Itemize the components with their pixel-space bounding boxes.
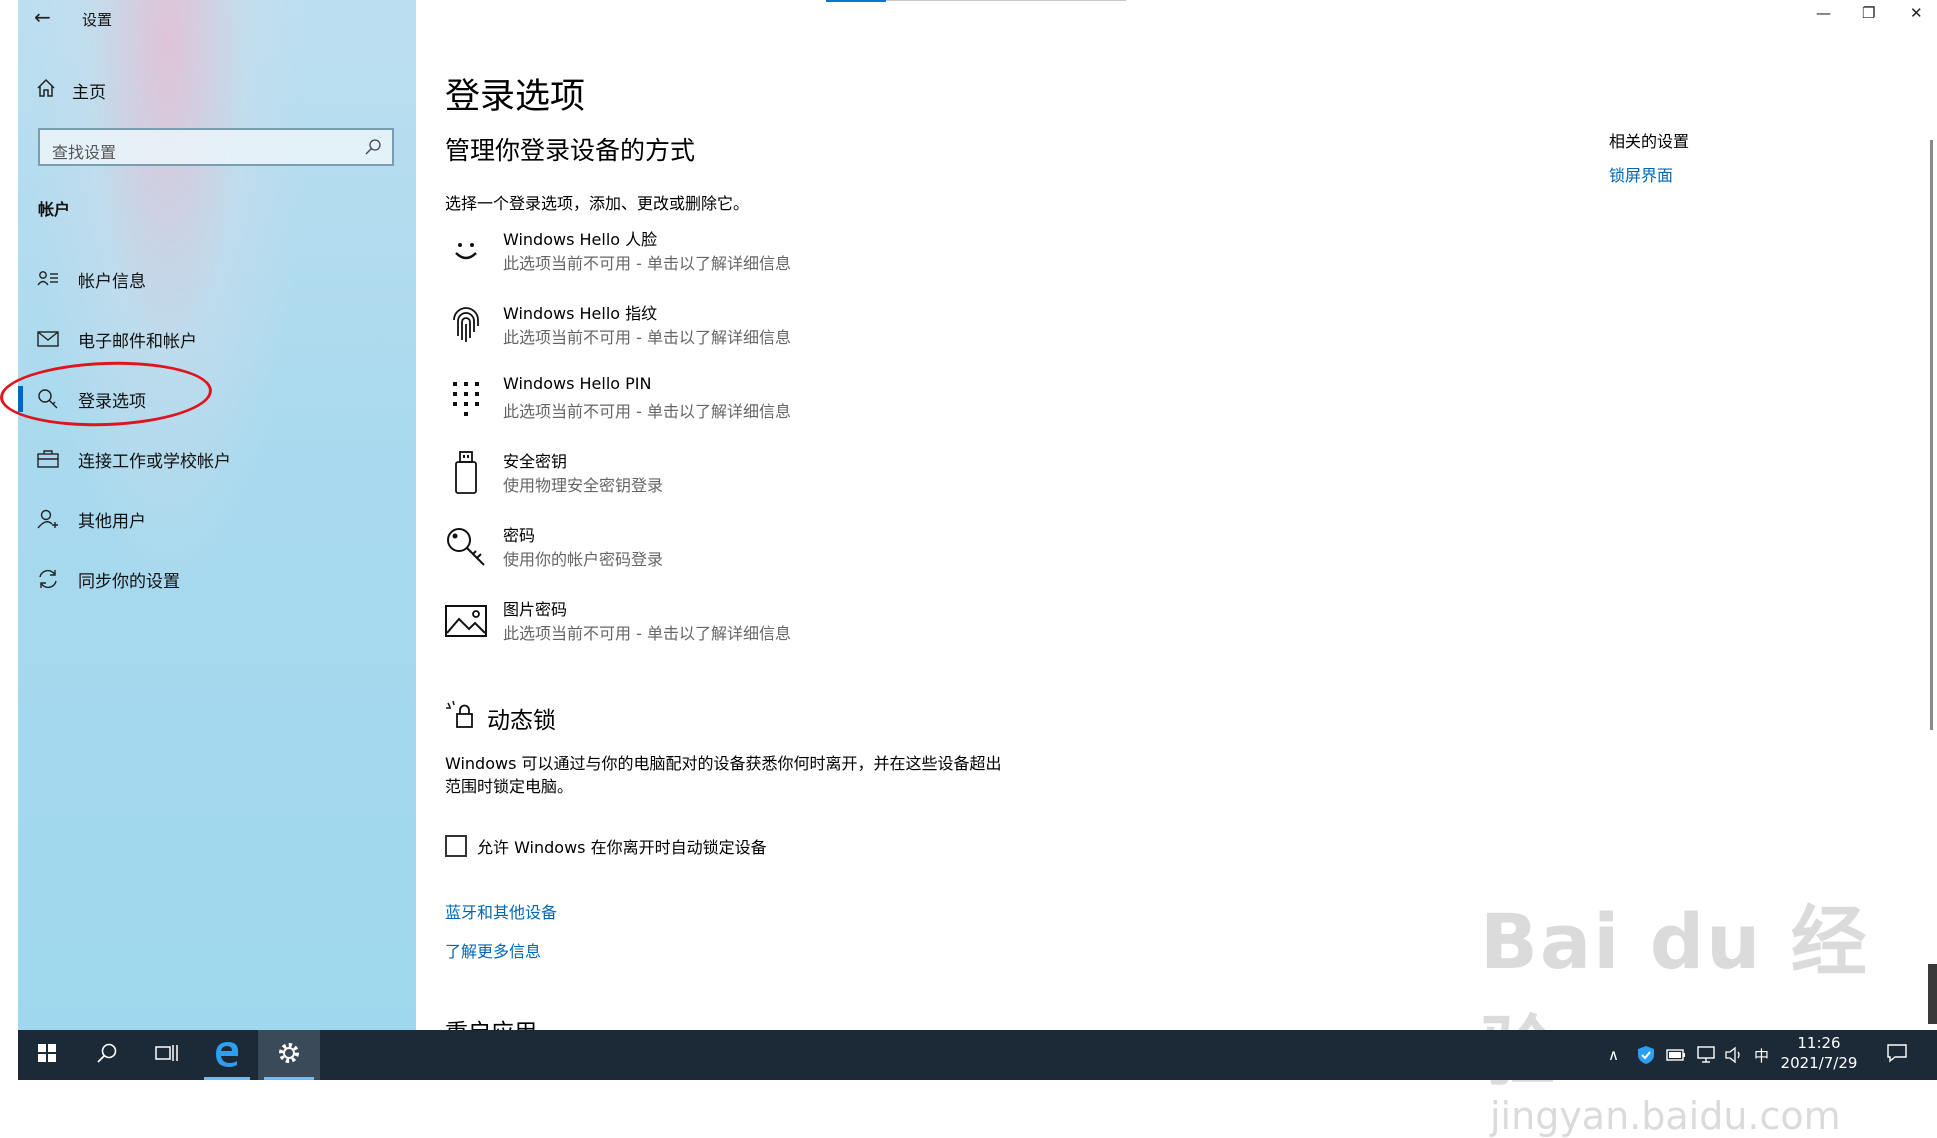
edge-icon [213, 1039, 241, 1071]
learn-more-link[interactable]: 了解更多信息 [445, 938, 541, 962]
watermark-url: jingyan.baidu.com [1490, 1094, 1841, 1138]
baidu-watermark: Bai du 经验 jingyan.baidu.com [1480, 880, 1937, 1138]
windows-logo-icon [38, 1044, 56, 1066]
page-title: 登录选项 [445, 77, 586, 117]
option-title: 密码 [503, 526, 536, 545]
lock-screen-link[interactable]: 锁屏界面 [1609, 162, 1673, 186]
ime-indicator[interactable]: 中 [1754, 1030, 1769, 1080]
option-subtitle: 使用物理安全密钥登录 [503, 476, 664, 495]
nav-home[interactable]: 主页 [36, 78, 106, 103]
sidebar-item-label: 电子邮件和帐户 [78, 331, 197, 352]
minimize-button[interactable]: — [1816, 4, 1831, 22]
window-frame-left [0, 0, 18, 1080]
dynamic-lock-description: Windows 可以通过与你的电脑配对的设备获悉你何时离开，并在这些设备超出范围… [445, 754, 1002, 796]
restore-button[interactable]: ❐ [1862, 4, 1875, 22]
sidebar-item-label: 同步你的设置 [78, 571, 180, 592]
account-info-icon [36, 270, 60, 288]
notification-button[interactable] [1886, 1030, 1908, 1080]
sidebar-item-email[interactable]: 电子邮件和帐户 [18, 314, 416, 364]
option-title: Windows Hello PIN [503, 374, 652, 393]
face-icon [445, 230, 487, 272]
search-placeholder: 查找设置 [52, 143, 117, 162]
app-title: 设置 [82, 11, 113, 29]
option-title: 安全密钥 [503, 452, 568, 471]
option-title: Windows Hello 指纹 [503, 304, 658, 323]
option-subtitle: 使用你的帐户密码登录 [503, 550, 664, 569]
sidebar-item-label: 其他用户 [78, 511, 146, 532]
search-input[interactable]: 查找设置 [38, 128, 394, 166]
taskbar-search-button[interactable] [78, 1030, 136, 1080]
option-face[interactable]: Windows Hello 人脸 此选项当前不可用 - 单击以了解详细信息 [445, 226, 1045, 288]
volume-icon[interactable] [1724, 1030, 1744, 1080]
close-button[interactable]: ✕ [1910, 4, 1923, 22]
sync-icon [36, 568, 60, 590]
option-subtitle: 此选项当前不可用 - 单击以了解详细信息 [503, 328, 791, 347]
page-subtitle: 管理你登录设备的方式 [445, 136, 696, 165]
option-pin[interactable]: Windows Hello PIN 此选项当前不可用 - 单击以了解详细信息 [445, 374, 1045, 436]
ime-label: 中 [1754, 1046, 1770, 1065]
nav-home-label: 主页 [72, 83, 106, 103]
sidebar-item-work-school[interactable]: 连接工作或学校帐户 [18, 434, 416, 484]
battery-icon[interactable] [1666, 1030, 1686, 1080]
dynamic-lock-icon [445, 700, 475, 736]
clock-time: 11:26 [1797, 1034, 1841, 1052]
home-icon [36, 78, 56, 103]
group-title-accounts: 帐户 [38, 200, 71, 219]
password-key-icon [445, 526, 487, 568]
defender-tray-icon[interactable] [1636, 1030, 1656, 1080]
option-subtitle: 此选项当前不可用 - 单击以了解详细信息 [503, 254, 791, 273]
restart-apps-heading: 重启应用 [445, 1013, 537, 1030]
related-settings-title: 相关的设置 [1609, 132, 1690, 151]
option-security-key[interactable]: 安全密钥 使用物理安全密钥登录 [445, 448, 1045, 510]
pin-keypad-icon [445, 378, 487, 420]
search-icon[interactable] [364, 138, 382, 160]
search-icon [96, 1042, 118, 1068]
back-button[interactable]: ← [34, 5, 51, 29]
action-center-icon [1886, 1043, 1908, 1067]
picture-icon [445, 600, 487, 642]
briefcase-icon [36, 450, 60, 468]
sidebar-item-other-users[interactable]: 其他用户 [18, 494, 416, 544]
start-button[interactable] [18, 1030, 76, 1080]
page-description: 选择一个登录选项，添加、更改或删除它。 [445, 194, 750, 213]
mail-icon [36, 331, 60, 347]
option-subtitle: 此选项当前不可用 - 单击以了解详细信息 [503, 402, 791, 421]
tray-overflow-button[interactable]: ∧ [1608, 1030, 1628, 1080]
auto-lock-checkbox-row[interactable]: 允许 Windows 在你离开时自动锁定设备 [445, 834, 767, 858]
clock[interactable]: 11:26 2021/7/29 [1774, 1033, 1864, 1073]
option-subtitle: 此选项当前不可用 - 单击以了解详细信息 [503, 624, 791, 643]
sidebar-item-label: 帐户信息 [78, 271, 146, 292]
sidebar-item-label: 连接工作或学校帐户 [78, 451, 231, 472]
clock-date: 2021/7/29 [1780, 1054, 1858, 1072]
network-icon[interactable] [1696, 1030, 1718, 1080]
gear-icon [276, 1040, 302, 1070]
scrollbar[interactable] [1930, 140, 1933, 730]
option-fingerprint[interactable]: Windows Hello 指纹 此选项当前不可用 - 单击以了解详细信息 [445, 300, 1045, 362]
dynamic-lock-heading: 动态锁 [445, 700, 556, 736]
sidebar-item-sync[interactable]: 同步你的设置 [18, 554, 416, 604]
edge-taskbar-button[interactable] [198, 1030, 256, 1080]
add-person-icon [36, 509, 60, 529]
task-view-button[interactable] [138, 1030, 196, 1080]
option-title: 图片密码 [503, 600, 568, 619]
settings-taskbar-button[interactable] [258, 1030, 320, 1080]
loading-indicator [826, 0, 886, 2]
auto-lock-checkbox[interactable] [445, 835, 467, 857]
option-title: Windows Hello 人脸 [503, 230, 658, 249]
option-password[interactable]: 密码 使用你的帐户密码登录 [445, 522, 1045, 584]
auto-lock-checkbox-label: 允许 Windows 在你离开时自动锁定设备 [477, 838, 767, 857]
usb-key-icon [445, 451, 487, 494]
dynamic-lock-title: 动态锁 [487, 708, 556, 734]
chevron-up-icon: ∧ [1608, 1046, 1619, 1064]
option-picture-password[interactable]: 图片密码 此选项当前不可用 - 单击以了解详细信息 [445, 596, 1045, 658]
bluetooth-link[interactable]: 蓝牙和其他设备 [445, 899, 557, 923]
sidebar-item-account-info[interactable]: 帐户信息 [18, 254, 416, 304]
task-view-icon [155, 1043, 179, 1067]
fingerprint-icon [445, 304, 487, 346]
